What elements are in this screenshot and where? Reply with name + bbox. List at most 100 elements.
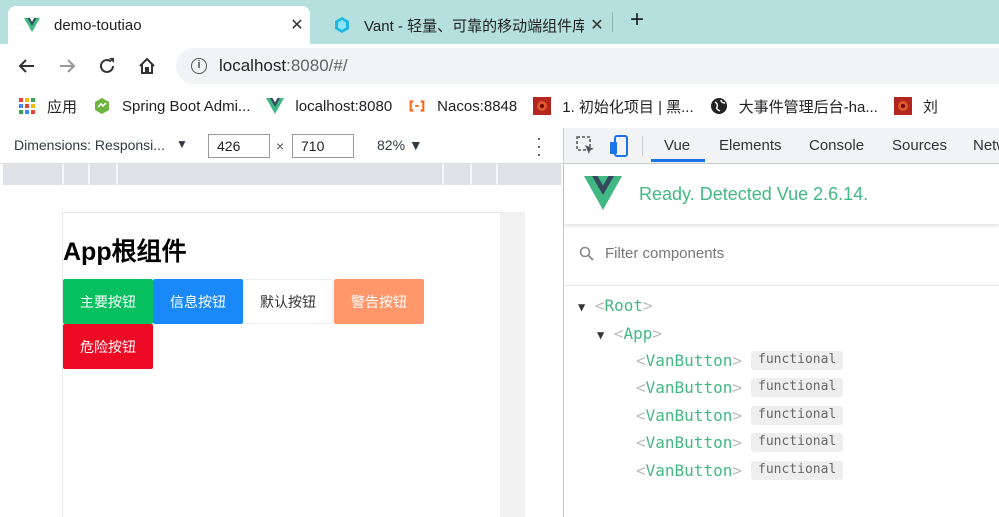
bookmark-nacos[interactable]: Nacos:8848 bbox=[408, 97, 517, 115]
active-tab-indicator bbox=[651, 159, 705, 162]
tab-title: demo-toutiao bbox=[54, 16, 142, 34]
ruler-mark bbox=[116, 164, 118, 185]
tab-demo-toutiao[interactable]: demo-toutiao ✕ bbox=[8, 6, 310, 44]
functional-badge: functional bbox=[751, 433, 844, 452]
site-info-icon[interactable]: i bbox=[191, 58, 207, 74]
device-toolbar: Dimensions: Responsi... ▼ 426 × 710 82% … bbox=[0, 128, 563, 164]
dimensions-select[interactable]: Dimensions: Responsi... bbox=[14, 137, 165, 153]
component-name: VanButton bbox=[645, 351, 733, 370]
bookmarks-bar: 应用 Spring Boot Admi... localhost:8080 Na… bbox=[0, 88, 999, 124]
functional-badge: functional bbox=[751, 351, 844, 370]
default-button[interactable]: 默认按钮 bbox=[243, 279, 333, 324]
heima-icon bbox=[533, 97, 552, 115]
vant-logo-icon bbox=[334, 17, 350, 33]
tab-vant[interactable]: Vant - 轻量、可靠的移动端组件库 ✕ bbox=[318, 6, 610, 44]
tag-bracket: > bbox=[732, 433, 742, 452]
bookmark-label: Spring Boot Admi... bbox=[122, 97, 251, 115]
component-name: App bbox=[623, 324, 653, 343]
media-query-ruler[interactable] bbox=[3, 164, 561, 185]
bookmark-liu[interactable]: 刘 bbox=[893, 96, 938, 117]
nacos-icon bbox=[408, 97, 426, 115]
danger-button[interactable]: 危险按钮 bbox=[63, 324, 153, 369]
search-icon bbox=[579, 246, 595, 267]
dimensions-dropdown-icon[interactable]: ▼ bbox=[176, 137, 188, 151]
tab-title: Vant - 轻量、可靠的移动端组件库 bbox=[364, 17, 584, 35]
page-scrollbar[interactable] bbox=[500, 212, 525, 517]
functional-badge: functional bbox=[751, 461, 844, 480]
browser-toolbar: i localhost:8080/#/ bbox=[0, 44, 999, 88]
apps-grid-icon bbox=[18, 97, 36, 115]
url-path: :8080/#/ bbox=[286, 56, 348, 75]
back-icon[interactable] bbox=[13, 52, 41, 80]
tag-bracket: < bbox=[636, 433, 646, 452]
vue-logo-icon bbox=[584, 176, 622, 215]
bookmark-label: 大事件管理后台-ha... bbox=[738, 98, 878, 116]
reload-icon[interactable] bbox=[93, 52, 121, 80]
component-name: VanButton bbox=[645, 461, 733, 480]
bookmark-apps[interactable]: 应用 bbox=[18, 96, 77, 117]
ruler-mark bbox=[470, 164, 472, 185]
devtools-tab-bar: Vue Elements Console Sources Netw bbox=[564, 128, 999, 164]
info-button[interactable]: 信息按钮 bbox=[153, 279, 243, 324]
component-name: VanButton bbox=[645, 406, 733, 425]
primary-button[interactable]: 主要按钮 bbox=[63, 279, 153, 324]
new-tab-icon[interactable]: + bbox=[624, 8, 650, 34]
tree-node-vanbutton[interactable]: <VanButton> bbox=[636, 406, 742, 425]
page-title: App根组件 bbox=[63, 238, 187, 266]
address-bar[interactable]: i localhost:8080/#/ bbox=[176, 48, 999, 84]
home-icon[interactable] bbox=[133, 52, 161, 80]
tag-bracket: > bbox=[732, 351, 742, 370]
bookmark-init-project[interactable]: 1. 初始化项目 | 黑... bbox=[533, 96, 694, 117]
bookmark-label: 刘 bbox=[922, 98, 938, 116]
heima-icon bbox=[893, 97, 912, 115]
tab-vue[interactable]: Vue bbox=[664, 137, 690, 154]
tag-bracket: < bbox=[613, 324, 624, 343]
bookmark-spring-boot-admin[interactable]: Spring Boot Admi... bbox=[93, 97, 250, 115]
tree-node-root[interactable]: ▼ <Root> bbox=[578, 296, 653, 315]
inspect-element-icon[interactable] bbox=[576, 136, 596, 161]
expand-triangle-icon[interactable]: ▼ bbox=[597, 328, 604, 342]
functional-badge: functional bbox=[751, 406, 844, 425]
more-options-icon[interactable]: · · · bbox=[532, 129, 546, 163]
tag-bracket: > bbox=[732, 406, 742, 425]
bookmark-label: Nacos:8848 bbox=[437, 97, 518, 115]
tag-bracket: < bbox=[636, 406, 646, 425]
tree-node-vanbutton[interactable]: <VanButton> bbox=[636, 433, 742, 452]
zoom-select[interactable]: 82% ▼ bbox=[377, 137, 423, 153]
filter-components-input[interactable]: Filter components bbox=[605, 245, 724, 262]
devtools-toolbar-separator bbox=[642, 136, 643, 156]
globe-icon bbox=[710, 97, 728, 115]
close-tab-icon[interactable]: ✕ bbox=[584, 15, 610, 35]
tab-network[interactable]: Netw bbox=[973, 137, 999, 154]
tag-bracket: < bbox=[636, 351, 646, 370]
url-text: localhost:8080/#/ bbox=[219, 56, 348, 76]
tab-separator bbox=[612, 12, 613, 32]
bookmark-localhost[interactable]: localhost:8080 bbox=[266, 97, 392, 115]
device-toggle-icon[interactable] bbox=[609, 135, 629, 162]
tag-bracket: < bbox=[594, 296, 605, 315]
tree-node-vanbutton[interactable]: <VanButton> bbox=[636, 351, 742, 370]
ruler-mark bbox=[496, 164, 498, 185]
bookmark-label: 1. 初始化项目 | 黑... bbox=[562, 98, 694, 116]
vue-logo-icon bbox=[24, 17, 40, 33]
forward-icon[interactable] bbox=[53, 52, 81, 80]
tab-sources[interactable]: Sources bbox=[892, 137, 947, 154]
tree-node-vanbutton[interactable]: <VanButton> bbox=[636, 378, 742, 397]
ruler-mark bbox=[62, 164, 64, 185]
spring-boot-icon bbox=[93, 97, 111, 115]
bookmark-big-event-admin[interactable]: 大事件管理后台-ha... bbox=[710, 96, 878, 117]
tag-bracket: > bbox=[643, 296, 653, 315]
tab-console[interactable]: Console bbox=[809, 137, 864, 154]
expand-triangle-icon[interactable]: ▼ bbox=[578, 300, 585, 314]
width-input[interactable]: 426 bbox=[208, 134, 270, 158]
tab-elements[interactable]: Elements bbox=[719, 137, 782, 154]
tag-bracket: > bbox=[732, 378, 742, 397]
component-name: VanButton bbox=[645, 378, 733, 397]
ruler-mark bbox=[88, 164, 90, 185]
close-tab-icon[interactable]: ✕ bbox=[284, 15, 310, 35]
warning-button[interactable]: 警告按钮 bbox=[334, 279, 424, 324]
tree-node-app[interactable]: ▼ <App> bbox=[597, 324, 662, 343]
height-input[interactable]: 710 bbox=[292, 134, 354, 158]
ruler-mark bbox=[442, 164, 444, 185]
tree-node-vanbutton[interactable]: <VanButton> bbox=[636, 461, 742, 480]
